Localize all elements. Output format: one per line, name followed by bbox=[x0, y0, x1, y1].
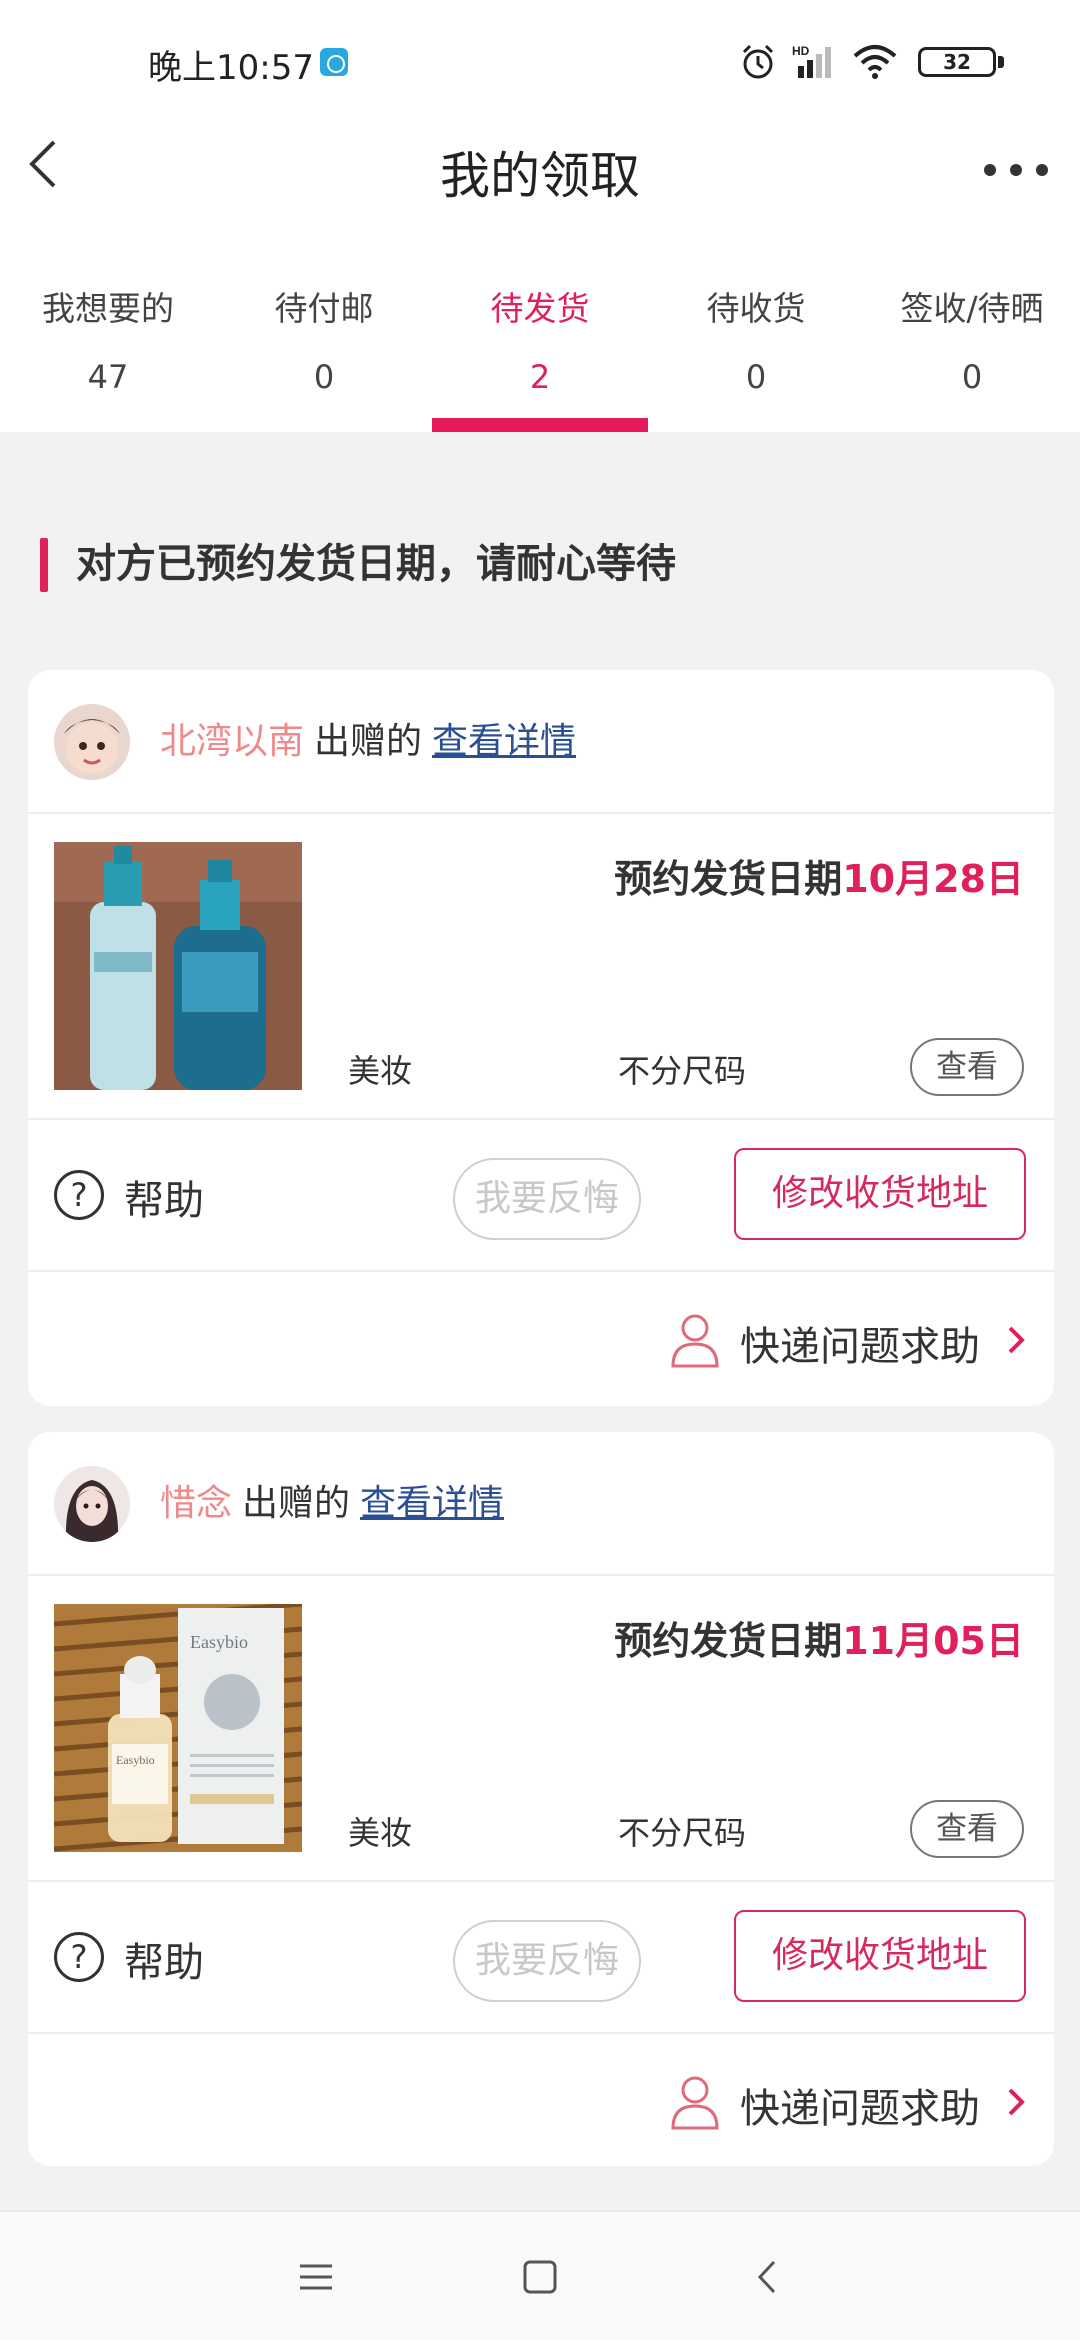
courier-row: 快递问题求助 bbox=[28, 2034, 1054, 2164]
battery-icon: 32 bbox=[918, 42, 1006, 82]
chevron-right-icon bbox=[1008, 1326, 1025, 1354]
status-bar: 晚上10:57 HD 32 bbox=[0, 0, 1080, 128]
signal-icon: HD bbox=[792, 44, 831, 78]
ship-date-value: 10月28日 bbox=[842, 857, 1024, 901]
tab-label: 待发货 bbox=[490, 289, 590, 328]
courier-row: 快递问题求助 bbox=[28, 1272, 1054, 1402]
product-size: 不分尺码 bbox=[618, 1052, 747, 1090]
edit-address-button[interactable]: 修改收货地址 bbox=[734, 1910, 1026, 2002]
status-tabs: 我想要的 47 待付邮 0 待发货 2 待收货 0 签收/待晒 0 bbox=[0, 258, 1080, 432]
help-label: 帮助 bbox=[124, 1178, 204, 1224]
action-row: ? 帮助 我要反悔 修改收货地址 bbox=[28, 1120, 1054, 1272]
tab-pending-receipt[interactable]: 待收货 0 bbox=[648, 258, 864, 432]
courier-help-link[interactable]: 快递问题求助 bbox=[670, 2072, 1030, 2132]
more-options-icon[interactable] bbox=[972, 130, 1062, 210]
goods-row: Easybio Easybio 预约发货日期11月05日 美妆 不分尺码 查看 bbox=[28, 1576, 1054, 1882]
courier-help-label: 快递问题求助 bbox=[740, 2086, 980, 2132]
order-card: 惜念 出赠的 查看详情 Easybio Easybio 预约发货日期11月05日… bbox=[28, 1432, 1054, 2166]
app-root: 晚上10:57 HD 32 我的领取 我想要的 47 待付邮 0 待发货 2 待… bbox=[0, 0, 1080, 2340]
giver-row: 惜念 出赠的 查看详情 bbox=[28, 1432, 1054, 1576]
question-circle-icon: ? bbox=[54, 1170, 104, 1220]
giver-name[interactable]: 惜念 bbox=[160, 1483, 232, 1524]
giver-line: 惜念 出赠的 查看详情 bbox=[160, 1476, 504, 1532]
question-circle-icon: ? bbox=[54, 1932, 104, 1982]
avatar[interactable] bbox=[54, 704, 130, 780]
browser-notification-icon bbox=[320, 48, 348, 76]
view-button[interactable]: 查看 bbox=[910, 1800, 1024, 1858]
section-heading: 对方已预约发货日期，请耐心等待 bbox=[40, 534, 676, 594]
view-details-link[interactable]: 查看详情 bbox=[432, 721, 576, 762]
ship-date: 预约发货日期10月28日 bbox=[614, 848, 1024, 903]
giver-verb: 出赠的 bbox=[314, 721, 423, 762]
product-size: 不分尺码 bbox=[618, 1814, 747, 1852]
back-nav-icon[interactable] bbox=[738, 2252, 798, 2302]
tab-signed-review[interactable]: 签收/待晒 0 bbox=[864, 258, 1080, 432]
tab-label: 待收货 bbox=[706, 289, 806, 328]
tab-pending-shipment[interactable]: 待发货 2 bbox=[432, 258, 648, 432]
goods-row: 预约发货日期10月28日 美妆 不分尺码 查看 bbox=[28, 814, 1054, 1120]
svg-text:HD: HD bbox=[792, 44, 810, 58]
tab-count: 0 bbox=[313, 358, 335, 396]
tab-label: 我想要的 bbox=[42, 289, 174, 328]
tab-count: 2 bbox=[529, 358, 551, 396]
regret-button[interactable]: 我要反悔 bbox=[453, 1158, 641, 1240]
giver-verb: 出赠的 bbox=[242, 1483, 351, 1524]
tab-count: 0 bbox=[961, 358, 983, 396]
product-category: 美妆 bbox=[348, 1052, 413, 1090]
help-label: 帮助 bbox=[124, 1940, 204, 1986]
tab-count: 0 bbox=[745, 358, 767, 396]
ship-date-value: 11月05日 bbox=[842, 1619, 1024, 1663]
page-title: 我的领取 bbox=[440, 147, 640, 205]
regret-button[interactable]: 我要反悔 bbox=[453, 1920, 641, 2002]
header: 我的领取 bbox=[0, 128, 1080, 258]
edit-address-button[interactable]: 修改收货地址 bbox=[734, 1148, 1026, 1240]
home-square-icon[interactable] bbox=[510, 2252, 570, 2302]
person-icon bbox=[671, 2076, 719, 2130]
wifi-icon bbox=[853, 45, 897, 79]
tab-pending-postage[interactable]: 待付邮 0 bbox=[216, 258, 432, 432]
product-image[interactable] bbox=[54, 842, 302, 1090]
svg-text:Easybio: Easybio bbox=[190, 1632, 248, 1652]
action-row: ? 帮助 我要反悔 修改收货地址 bbox=[28, 1882, 1054, 2034]
avatar[interactable] bbox=[54, 1466, 130, 1542]
alarm-icon bbox=[742, 44, 774, 79]
chevron-right-icon bbox=[1008, 2088, 1025, 2116]
person-icon bbox=[671, 1314, 719, 1368]
ship-date-label: 预约发货日期 bbox=[614, 857, 843, 901]
menu-icon[interactable] bbox=[286, 2252, 346, 2302]
tab-count: 47 bbox=[87, 358, 129, 396]
ship-date-label: 预约发货日期 bbox=[614, 1619, 843, 1663]
product-category: 美妆 bbox=[348, 1814, 413, 1852]
view-button[interactable]: 查看 bbox=[910, 1038, 1024, 1096]
courier-help-label: 快递问题求助 bbox=[740, 1324, 980, 1370]
tab-label: 待付邮 bbox=[274, 289, 374, 328]
giver-line: 北湾以南 出赠的 查看详情 bbox=[160, 714, 576, 770]
product-image[interactable]: Easybio Easybio bbox=[54, 1604, 302, 1852]
order-card: 北湾以南 出赠的 查看详情 预约发货日期10月28日 美妆 不分尺码 查看 ? … bbox=[28, 670, 1054, 1406]
tab-label: 签收/待晒 bbox=[900, 289, 1044, 328]
status-time: 晚上10:57 bbox=[148, 48, 314, 88]
view-details-link[interactable]: 查看详情 bbox=[360, 1483, 504, 1524]
giver-name[interactable]: 北湾以南 bbox=[160, 721, 304, 762]
battery-level: 32 bbox=[918, 47, 996, 77]
courier-help-link[interactable]: 快递问题求助 bbox=[670, 1310, 1030, 1370]
giver-row: 北湾以南 出赠的 查看详情 bbox=[28, 670, 1054, 814]
tab-want[interactable]: 我想要的 47 bbox=[0, 258, 216, 432]
svg-text:Easybio: Easybio bbox=[116, 1753, 155, 1767]
system-nav-bar bbox=[0, 2210, 1080, 2340]
ship-date: 预约发货日期11月05日 bbox=[614, 1610, 1024, 1665]
